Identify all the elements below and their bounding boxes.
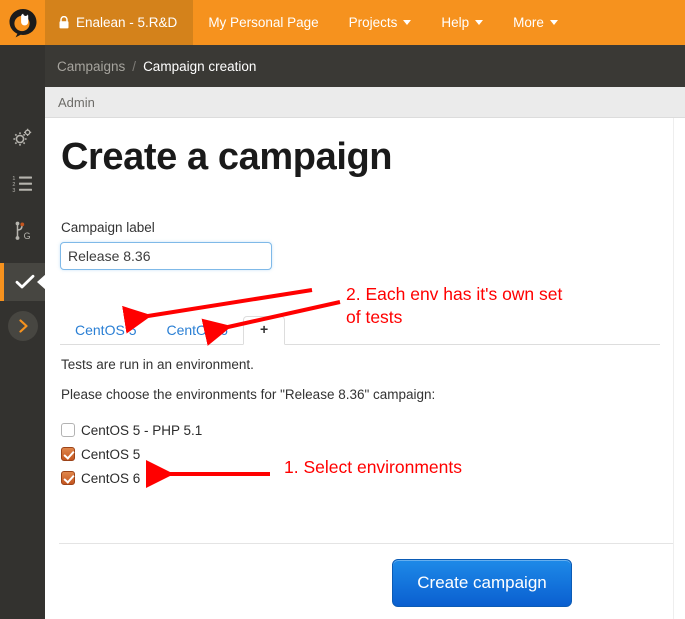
nav-item-help[interactable]: Help xyxy=(426,0,498,45)
panel-choose-text: Please choose the environments for "Rele… xyxy=(61,387,436,402)
checkbox-label: CentOS 6 xyxy=(81,470,141,486)
svg-text:G: G xyxy=(23,231,30,241)
panel-intro-text: Tests are run in an environment. xyxy=(61,357,254,372)
tab-add-environment[interactable]: + xyxy=(242,316,286,345)
nav-item-projects[interactable]: Projects xyxy=(334,0,427,45)
left-sidebar: 1 2 3 G xyxy=(0,45,46,619)
footer-divider xyxy=(59,543,685,544)
nav-project-label: Enalean - 5.R&D xyxy=(76,15,178,30)
chevron-right-icon xyxy=(18,319,28,333)
annotation-2-text: 2. Each env has it's own set of tests xyxy=(346,284,563,327)
sidebar-expand-button[interactable] xyxy=(8,311,38,341)
nav-item-label: More xyxy=(513,15,544,30)
breadcrumb-item-campaigns[interactable]: Campaigns xyxy=(57,59,125,74)
sidebar-item-git[interactable]: G xyxy=(0,212,45,250)
git-icon: G xyxy=(15,221,30,241)
nav-item-label: My Personal Page xyxy=(208,15,319,30)
nav-item-my-personal-page[interactable]: My Personal Page xyxy=(193,0,333,45)
checkbox-label: CentOS 5 xyxy=(81,446,141,462)
create-campaign-button[interactable]: Create campaign xyxy=(392,559,572,607)
breadcrumb: Campaigns / Campaign creation xyxy=(45,45,685,87)
nav-item-label: Projects xyxy=(348,15,398,30)
annotation-1-text: 1. Select environments xyxy=(284,457,463,477)
tab-label: CentOS 6 xyxy=(166,322,228,338)
checkbox-centos-5[interactable] xyxy=(61,447,75,461)
tab-centos-5[interactable]: CentOS 5 xyxy=(60,317,151,345)
checkbox-centos-6[interactable] xyxy=(61,471,75,485)
svg-text:3: 3 xyxy=(12,188,15,193)
list-item[interactable]: CentOS 5 - PHP 5.1 xyxy=(61,419,661,441)
campaign-label-input[interactable] xyxy=(60,242,272,270)
checkbox-centos-5-php-51[interactable] xyxy=(61,423,75,437)
svg-text:2: 2 xyxy=(12,182,15,188)
page-title: Create a campaign xyxy=(61,136,393,178)
breadcrumb-item-current: Campaign creation xyxy=(143,58,257,74)
campaign-label-label: Campaign label xyxy=(61,220,155,235)
svg-text:1: 1 xyxy=(12,176,15,182)
gears-icon xyxy=(13,128,32,146)
right-gutter xyxy=(673,118,685,619)
chevron-down-icon xyxy=(475,20,484,25)
top-navbar: Enalean - 5.R&D My Personal Page Project… xyxy=(0,0,685,45)
tuleap-logo[interactable] xyxy=(0,0,45,45)
nav-item-label: Help xyxy=(441,15,470,30)
main-content: Create a campaign Campaign label CentOS … xyxy=(45,118,685,619)
tuleap-logo-icon xyxy=(9,8,36,37)
sidebar-item-admin[interactable] xyxy=(0,118,45,156)
tab-label: + xyxy=(259,321,269,337)
admin-subnav: Admin xyxy=(45,87,685,118)
lock-icon xyxy=(59,16,69,29)
checkbox-label: CentOS 5 - PHP 5.1 xyxy=(81,422,203,438)
admin-subnav-label[interactable]: Admin xyxy=(58,95,95,110)
breadcrumb-separator: / xyxy=(132,58,137,74)
chevron-down-icon xyxy=(549,20,558,25)
tab-label: CentOS 5 xyxy=(75,322,137,338)
chevron-down-icon xyxy=(403,20,412,25)
nav-project-Enalean[interactable]: Enalean - 5.R&D xyxy=(45,0,194,45)
sidebar-item-testmanagement[interactable] xyxy=(0,263,46,301)
check-icon xyxy=(15,274,34,289)
nav-item-more[interactable]: More xyxy=(498,0,573,45)
ordered-list-icon: 1 2 3 xyxy=(12,176,32,193)
tab-centos-6[interactable]: CentOS 6 xyxy=(151,317,242,345)
sidebar-item-trackers[interactable]: 1 2 3 xyxy=(0,165,45,203)
